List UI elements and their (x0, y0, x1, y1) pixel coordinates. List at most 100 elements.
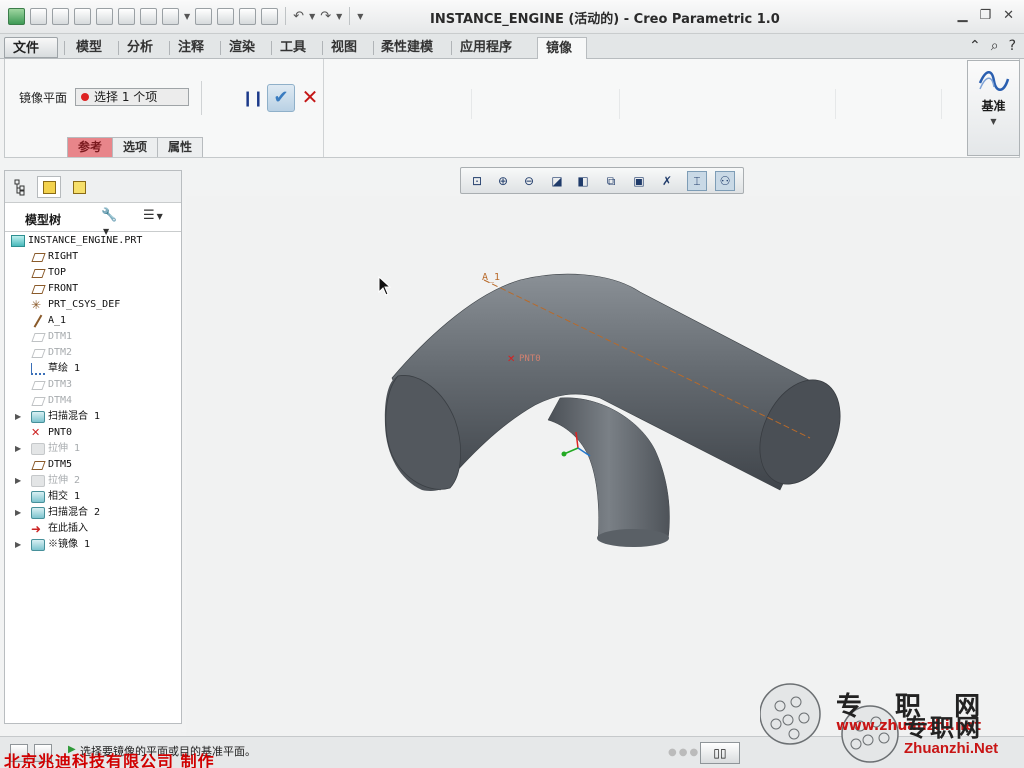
tree-item[interactable]: 草绘 1 (5, 361, 181, 377)
edit-icon[interactable] (195, 7, 213, 25)
tab-options[interactable]: 选项 (112, 137, 159, 157)
customize-toolbar-icon[interactable]: ▼ (357, 12, 363, 21)
annotation-display-icon[interactable]: ⌶ (687, 171, 707, 191)
tree-item-label: DTM2 (48, 347, 73, 358)
tab-references[interactable]: 参考 (67, 137, 114, 157)
model-tree-title: 模型树 (25, 213, 62, 227)
tree-columns-icon[interactable]: ☰ ▼ (143, 208, 165, 228)
tree-item-label: 相交 1 (48, 491, 81, 502)
tab-analysis[interactable]: 分析 (119, 37, 161, 58)
tree-item[interactable]: DTM3 (5, 377, 181, 393)
close-window-icon[interactable] (261, 7, 279, 25)
expand-arrow-icon[interactable]: ▶ (15, 505, 21, 521)
app-icon[interactable] (8, 7, 25, 25)
tab-flexible-modeling[interactable]: 柔性建模 (373, 37, 441, 58)
pause-button[interactable]: ❙❙ (241, 87, 264, 109)
view-manager-icon[interactable]: ▣ (629, 171, 649, 191)
window-icon[interactable] (162, 7, 179, 25)
expand-arrow-icon[interactable]: ▶ (15, 409, 21, 425)
cancel-button[interactable]: ✕ (299, 86, 321, 108)
ribbon-tabs: 文件 ▼ 模型 分析 注释 渲染 工具 视图 柔性建模 应用程序 镜像 (0, 34, 1024, 75)
tree-item[interactable]: 相交 1 (5, 489, 181, 505)
tree-item-label: ※镜像 1 (48, 539, 91, 550)
tree-item-label: 在此插入 (48, 523, 88, 534)
tree-item[interactable]: ▶ 扫描混合 1 (5, 409, 181, 425)
new-file-icon[interactable] (30, 7, 47, 25)
redo-icon[interactable]: ↷ (320, 9, 331, 24)
tree-item[interactable]: A_1 (5, 313, 181, 329)
tab-model[interactable]: 模型 (68, 37, 110, 58)
datum-plane-icon (31, 269, 46, 278)
datum-plane-icon (31, 253, 46, 262)
file-menu[interactable]: 文件 ▼ (4, 37, 58, 75)
expand-arrow-icon[interactable]: ▶ (15, 537, 21, 553)
spin-center-icon[interactable]: ⚇ (715, 171, 735, 191)
tree-item-label: 扫描混合 1 (48, 411, 101, 422)
selection-filter-button[interactable]: ▯▯ (700, 742, 740, 764)
zoom-out-icon[interactable]: ⊖ (519, 171, 539, 191)
search-icon[interactable]: ⌕ (991, 38, 999, 54)
tab-render[interactable]: 渲染 (221, 37, 263, 58)
help-icon[interactable]: ? (1009, 38, 1016, 54)
tree-item[interactable]: RIGHT (5, 249, 181, 265)
tab-properties[interactable]: 属性 (157, 137, 204, 157)
datum-plane-icon (31, 461, 46, 470)
favorites-tab-icon[interactable] (67, 176, 91, 198)
tree-item[interactable]: FRONT (5, 281, 181, 297)
datum-plane-icon (31, 397, 46, 406)
graphics-window[interactable]: A_1 ✕ PNT0 (186, 196, 1020, 736)
window-controls: ▁ ❐ ✕ (957, 8, 1014, 23)
tree-item[interactable]: ▶ 扫描混合 2 (5, 505, 181, 521)
open-file-icon[interactable] (52, 7, 69, 25)
folder-browser-tab-icon[interactable] (37, 176, 61, 198)
folder-icon[interactable] (239, 7, 257, 25)
credit-watermark: 北京兆迪科技有限公司 制作 (4, 752, 215, 768)
tab-annotate[interactable]: 注释 (170, 37, 212, 58)
repaint-icon[interactable]: ◪ (547, 171, 567, 191)
refit-icon[interactable]: ⊡ (467, 171, 487, 191)
ok-button[interactable]: ✔ (267, 84, 295, 112)
tree-root[interactable]: INSTANCE_ENGINE.PRT (5, 233, 181, 249)
tab-tools[interactable]: 工具 (272, 37, 314, 58)
copy-icon[interactable] (118, 7, 135, 25)
mirror-plane-collector[interactable]: 选择 1 个项 (75, 88, 189, 106)
window-dropdown-icon[interactable]: ▼ (184, 12, 190, 21)
redo-dropdown-icon[interactable]: ▼ (336, 12, 342, 21)
tree-item[interactable]: DTM2 (5, 345, 181, 361)
display-style-icon[interactable]: ◧ (573, 171, 593, 191)
zoom-in-icon[interactable]: ⊕ (493, 171, 513, 191)
collapse-ribbon-icon[interactable]: ⌃ (969, 38, 981, 54)
undo-dropdown-icon[interactable]: ▼ (309, 12, 315, 21)
tab-mirror[interactable]: 镜像 (537, 37, 587, 60)
tree-item[interactable]: ✳ PRT_CSYS_DEF (5, 297, 181, 313)
tree-item[interactable]: ▶ 拉伸 2 (5, 473, 181, 489)
save-icon[interactable] (74, 7, 91, 25)
paste-icon[interactable] (140, 7, 157, 25)
tree-item[interactable]: ✕ PNT0 (5, 425, 181, 441)
datum-display-icon[interactable]: ✗ (657, 171, 677, 191)
undo-icon[interactable]: ↶ (293, 9, 304, 24)
tab-applications[interactable]: 应用程序 (452, 37, 520, 58)
tree-item[interactable]: TOP (5, 265, 181, 281)
tree-item[interactable]: ▶ ※镜像 1 (5, 537, 181, 553)
saved-views-icon[interactable]: ⧉ (601, 171, 621, 191)
model-tree-tab-icon[interactable] (9, 176, 33, 198)
checkbox-icon[interactable] (217, 7, 235, 25)
tree-item[interactable]: ➜ 在此插入 (5, 521, 181, 537)
tab-view[interactable]: 视图 (323, 37, 365, 58)
tree-item[interactable]: DTM4 (5, 393, 181, 409)
close-icon[interactable]: ✕ (1003, 8, 1014, 23)
datum-dropdown-icon[interactable]: ▼ (968, 117, 1019, 126)
tree-settings-icon[interactable]: 🔧▼ (101, 208, 123, 236)
datum-button[interactable]: 基准 ▼ (967, 60, 1020, 156)
tree-item[interactable]: DTM1 (5, 329, 181, 345)
datum-label: 基准 (981, 99, 1006, 113)
tree-item[interactable]: ▶ 拉伸 1 (5, 441, 181, 457)
tree-item[interactable]: DTM5 (5, 457, 181, 473)
restore-icon[interactable]: ❐ (979, 8, 991, 23)
expand-arrow-icon[interactable]: ▶ (15, 441, 21, 457)
minimize-icon[interactable]: ▁ (957, 8, 967, 23)
lower-pipe-end[interactable] (597, 529, 669, 547)
regenerate-icon[interactable] (96, 7, 113, 25)
expand-arrow-icon[interactable]: ▶ (15, 473, 21, 489)
